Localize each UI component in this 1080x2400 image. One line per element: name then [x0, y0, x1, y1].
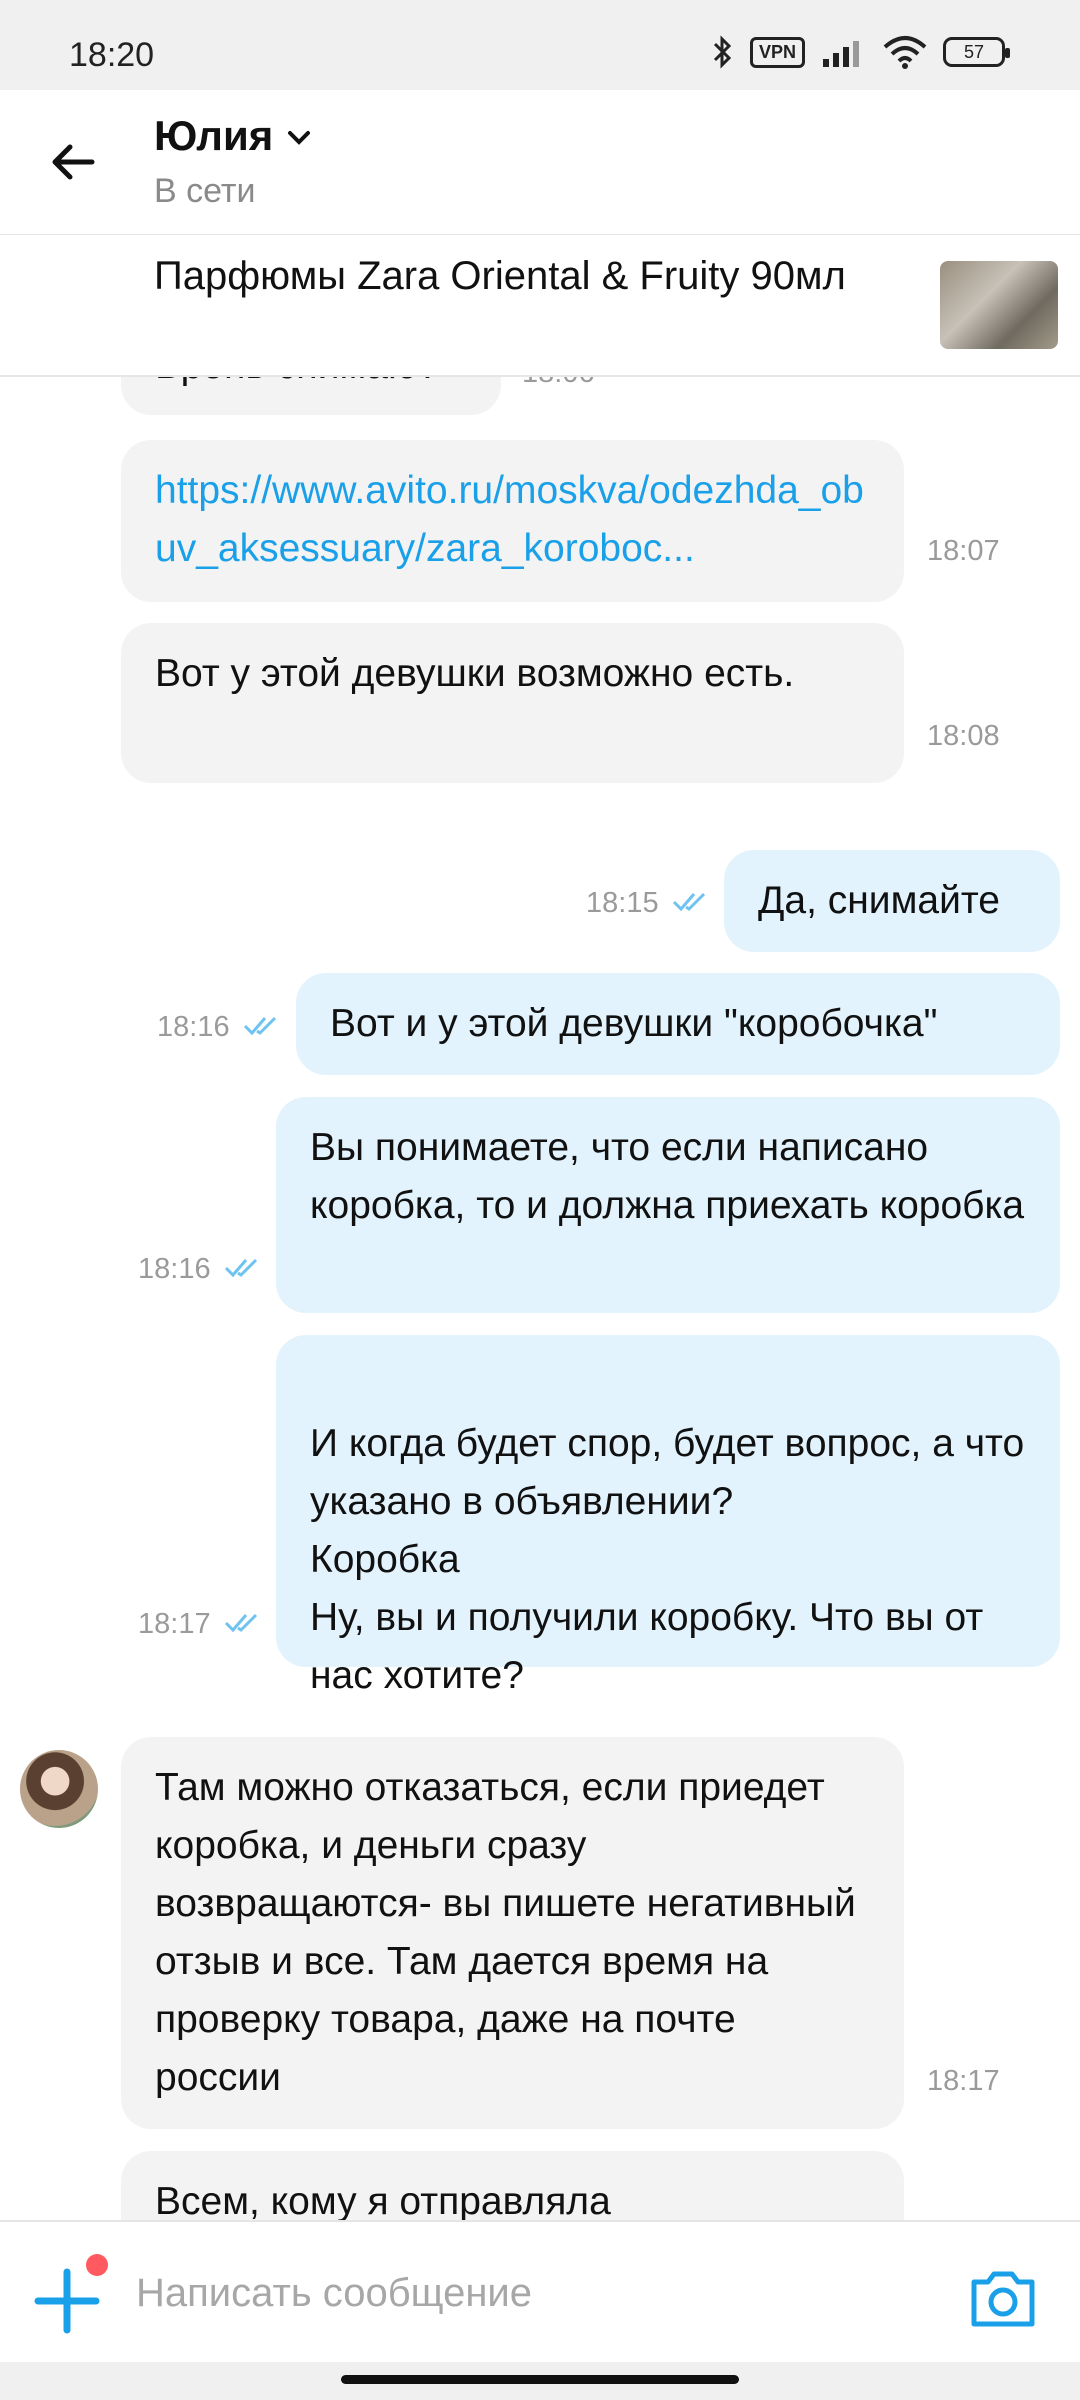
- message-incoming[interactable]: https://www.avito.ru/moskva/odezhda_obuv…: [121, 440, 904, 602]
- listing-title[interactable]: Парфюмы Zara Oriental & Fruity 90мл: [154, 249, 854, 304]
- message-outgoing: Вы понимаете, что если написано коробка,…: [276, 1097, 1060, 1313]
- camera-icon[interactable]: [968, 2266, 1038, 2330]
- message-list[interactable]: Бронь снимаю? 18:06 https://www.avito.ru…: [0, 375, 1080, 2220]
- notification-dot: [86, 2254, 108, 2276]
- message-incoming: Там можно отказаться, если приедет короб…: [121, 1737, 904, 2129]
- bluetooth-icon: [713, 35, 732, 69]
- vpn-badge: VPN: [749, 36, 805, 68]
- message-time: 18:15: [586, 887, 659, 919]
- signal-icon: [823, 41, 859, 67]
- wifi-icon: [883, 36, 927, 69]
- chevron-down-icon[interactable]: [286, 128, 312, 148]
- composer: [0, 2220, 1080, 2362]
- message-text: Вот у этой девушки возможно есть.: [155, 652, 795, 695]
- message-time: 18:16: [157, 1011, 230, 1043]
- message-text: Вот и у этой девушки "коробочка": [330, 1002, 938, 1045]
- message-time: 18:06: [522, 375, 595, 390]
- status-time: 18:20: [69, 36, 155, 74]
- message-outgoing: И когда будет спор, будет вопрос, а что …: [276, 1335, 1060, 1697]
- system-nav-bar: [0, 2362, 1080, 2400]
- chat-header: Юлия В сети: [0, 90, 1080, 236]
- message-outgoing: Вот и у этой девушки "коробочка": [296, 973, 1060, 1075]
- status-icons: VPN 57: [712, 34, 1010, 70]
- read-ticks-icon: [224, 1613, 258, 1633]
- read-ticks-icon: [224, 1258, 258, 1278]
- message-time: 18:08: [927, 720, 1000, 752]
- plus-icon[interactable]: [32, 2266, 102, 2336]
- message-text: И когда будет спор, будет вопрос, а что …: [310, 1422, 1025, 1697]
- message-text: Вы понимаете, что если написано коробка,…: [310, 1126, 1025, 1227]
- message-text: Там можно отказаться, если приедет короб…: [155, 1766, 856, 2099]
- message-link[interactable]: https://www.avito.ru/moskva/odezhda_obuv…: [155, 462, 870, 578]
- message-input[interactable]: [134, 2252, 918, 2334]
- presence-status: В сети: [154, 172, 256, 210]
- read-ticks-icon: [672, 892, 706, 912]
- message-incoming: Всем, кому я отправляла: [121, 2151, 904, 2220]
- message-time: 18:17: [138, 1608, 211, 1640]
- home-handle[interactable]: [341, 2375, 739, 2384]
- message-text: Всем, кому я отправляла: [155, 2180, 611, 2220]
- listing-thumbnail[interactable]: [940, 261, 1058, 349]
- status-bar: 18:20 VPN 57: [0, 0, 1080, 90]
- message-time: 18:07: [927, 535, 1000, 567]
- read-ticks-icon: [243, 1016, 277, 1036]
- message-time: 18:17: [927, 2065, 1000, 2097]
- message-text: Да, снимайте: [758, 879, 1000, 922]
- listing-bar[interactable]: Парфюмы Zara Oriental & Fruity 90мл: [0, 235, 1080, 377]
- message-incoming: Вот у этой девушки возможно есть.: [121, 623, 904, 783]
- message-outgoing: Да, снимайте: [724, 850, 1060, 952]
- message-incoming: Бронь снимаю?: [121, 375, 501, 415]
- battery-icon: 57: [943, 37, 1010, 67]
- contact-name[interactable]: Юлия: [154, 112, 273, 160]
- message-time: 18:16: [138, 1253, 211, 1285]
- contact-avatar[interactable]: [20, 1750, 98, 1828]
- back-arrow-icon[interactable]: [48, 137, 98, 187]
